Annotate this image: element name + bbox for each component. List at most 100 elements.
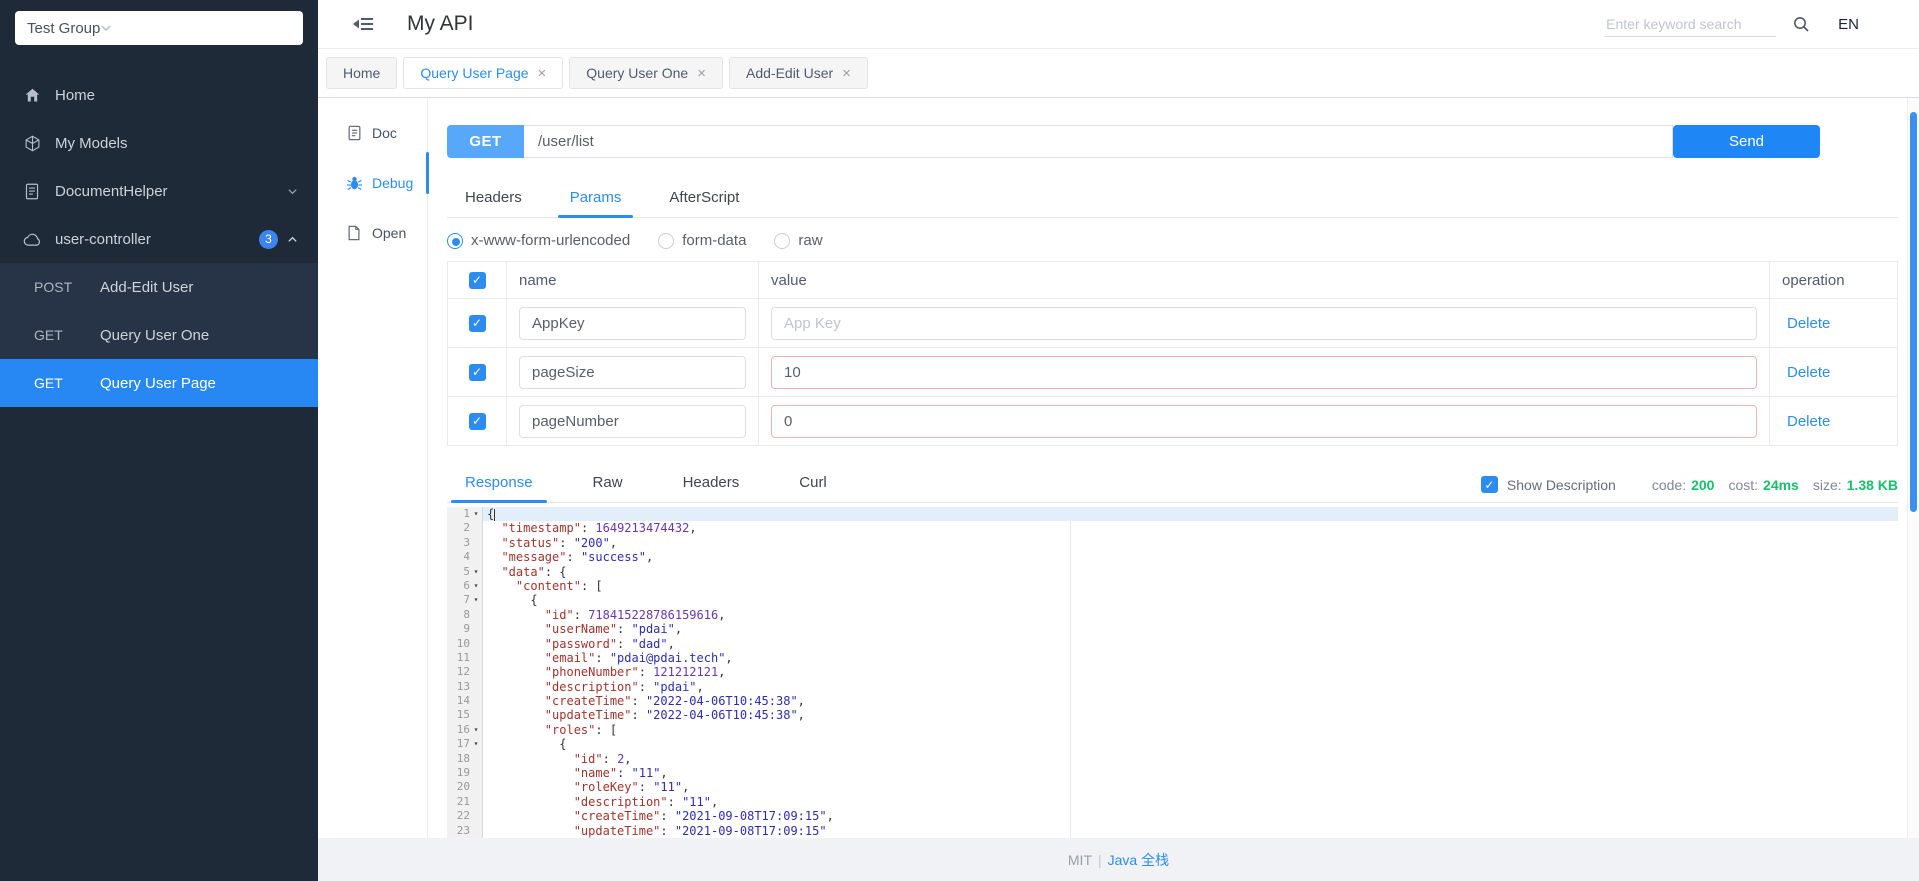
main-area: My API EN Home Query User Page × Query U… bbox=[318, 0, 1919, 881]
method-label: GET bbox=[34, 375, 86, 391]
gutter-line: 2 bbox=[447, 521, 482, 535]
tool-open[interactable]: Open bbox=[318, 208, 427, 258]
app: Test Group Home My Models DocumentHelper bbox=[0, 0, 1919, 881]
tool-debug[interactable]: Debug bbox=[318, 158, 427, 208]
chevron-down-icon bbox=[100, 22, 112, 34]
param-name-input[interactable] bbox=[519, 307, 746, 340]
param-name-input[interactable] bbox=[519, 356, 746, 389]
gutter-line: 21 bbox=[447, 795, 482, 809]
tab-query-user-page[interactable]: Query User Page × bbox=[403, 57, 563, 89]
row-checkbox[interactable]: ✓ bbox=[469, 413, 486, 430]
sidebar-collapse-icon[interactable] bbox=[352, 15, 374, 33]
table-row: ✓ Delete bbox=[448, 347, 1897, 396]
search-icon[interactable] bbox=[1792, 15, 1810, 33]
open-tabs-strip: Home Query User Page × Query User One × … bbox=[318, 49, 1919, 98]
gutter-line: 17▾ bbox=[447, 737, 482, 751]
sidebar-item-my-models[interactable]: My Models bbox=[0, 119, 318, 167]
tab-query-user-one[interactable]: Query User One × bbox=[569, 57, 723, 89]
radio-icon bbox=[774, 233, 790, 249]
select-all-checkbox[interactable]: ✓ bbox=[469, 272, 486, 289]
delete-link[interactable]: Delete bbox=[1782, 364, 1830, 381]
sidebar-item-query-user-one[interactable]: GET Query User One bbox=[0, 311, 318, 359]
gutter-line: 23 bbox=[447, 824, 482, 838]
tab-add-edit-user[interactable]: Add-Edit User × bbox=[729, 57, 868, 89]
document-icon bbox=[22, 181, 42, 201]
send-button[interactable]: Send bbox=[1673, 125, 1820, 158]
search-input[interactable] bbox=[1604, 12, 1776, 37]
page-scrollbar[interactable] bbox=[1907, 98, 1919, 838]
sidebar-item-user-controller[interactable]: user-controller 3 bbox=[0, 215, 318, 263]
sidebar-item-add-edit-user[interactable]: POST Add-Edit User bbox=[0, 263, 318, 311]
radio-raw[interactable]: raw bbox=[774, 232, 822, 249]
models-icon bbox=[22, 133, 42, 153]
tab-raw[interactable]: Raw bbox=[589, 468, 627, 502]
tool-doc[interactable]: Doc bbox=[318, 108, 427, 158]
gutter-line: 4 bbox=[447, 550, 482, 564]
close-icon[interactable]: × bbox=[842, 66, 851, 81]
radio-form-data[interactable]: form-data bbox=[658, 232, 746, 249]
show-description-label: Show Description bbox=[1507, 477, 1616, 493]
code-line: "password": "dad", bbox=[483, 637, 1898, 651]
search-box bbox=[1604, 12, 1810, 37]
tab-curl[interactable]: Curl bbox=[795, 468, 831, 502]
sidebar-item-query-user-page[interactable]: GET Query User Page bbox=[0, 359, 318, 407]
gutter-line: 16▾ bbox=[447, 723, 482, 737]
close-icon[interactable]: × bbox=[697, 66, 706, 81]
text-cursor bbox=[494, 509, 495, 521]
scrollbar-thumb[interactable] bbox=[1910, 112, 1917, 512]
radio-x-www-form-urlencoded[interactable]: x-www-form-urlencoded bbox=[447, 232, 630, 249]
url-input[interactable] bbox=[524, 125, 1673, 158]
tab-response[interactable]: Response bbox=[461, 468, 537, 502]
tab-label: Home bbox=[343, 65, 380, 81]
sidebar-item-home[interactable]: Home bbox=[0, 71, 318, 119]
show-description-checkbox[interactable]: ✓ bbox=[1481, 476, 1498, 493]
delete-link[interactable]: Delete bbox=[1782, 315, 1830, 332]
gutter-line: 20 bbox=[447, 780, 482, 794]
tab-afterscript[interactable]: AfterScript bbox=[665, 180, 743, 217]
code-line: "roles": [ bbox=[483, 723, 1898, 737]
tab-headers[interactable]: Headers bbox=[461, 180, 526, 217]
tab-params[interactable]: Params bbox=[566, 180, 626, 217]
page-title: My API bbox=[407, 12, 474, 36]
params-table-header: ✓ name value operation bbox=[448, 262, 1897, 298]
gutter-line: 6▾ bbox=[447, 579, 482, 593]
sidebar-item-documenthelper[interactable]: DocumentHelper bbox=[0, 167, 318, 215]
radio-label: form-data bbox=[682, 232, 746, 249]
sidebar: Test Group Home My Models DocumentHelper bbox=[0, 0, 318, 881]
method-select[interactable]: GET bbox=[447, 125, 524, 158]
api-name: Query User Page bbox=[100, 375, 216, 392]
gutter-line: 5▾ bbox=[447, 565, 482, 579]
close-icon[interactable]: × bbox=[538, 66, 547, 81]
param-value-input[interactable] bbox=[771, 307, 1757, 340]
param-value-input[interactable] bbox=[771, 356, 1757, 389]
footer-link[interactable]: Java 全栈 bbox=[1108, 850, 1169, 870]
code-line: "message": "success", bbox=[483, 550, 1898, 564]
row-checkbox[interactable]: ✓ bbox=[469, 364, 486, 381]
row-checkbox[interactable]: ✓ bbox=[469, 315, 486, 332]
response-header: Response Raw Headers Curl ✓ Show Descrip… bbox=[447, 468, 1898, 503]
params-table: ✓ name value operation ✓ Delete bbox=[447, 261, 1898, 446]
sidebar-item-label: DocumentHelper bbox=[55, 183, 168, 200]
code-line: "name": "11", bbox=[483, 766, 1898, 780]
tab-home[interactable]: Home bbox=[326, 57, 397, 89]
show-description-toggle[interactable]: ✓ Show Description bbox=[1481, 476, 1616, 493]
code-line: "roleKey": "11", bbox=[483, 780, 1898, 794]
response-json-editor[interactable]: 1▾2345▾6▾7▾8910111213141516▾17▾181920212… bbox=[447, 507, 1898, 838]
radio-label: raw bbox=[798, 232, 822, 249]
api-name: Query User One bbox=[100, 327, 209, 344]
row-checkbox-cell: ✓ bbox=[448, 299, 506, 347]
param-name-input[interactable] bbox=[519, 405, 746, 438]
language-switch[interactable]: EN bbox=[1838, 16, 1859, 33]
code-line: "id": 718415228786159616, bbox=[483, 608, 1898, 622]
license-label: MIT bbox=[1068, 852, 1092, 868]
group-select[interactable]: Test Group bbox=[15, 11, 303, 45]
param-value-input[interactable] bbox=[771, 405, 1757, 438]
delete-link[interactable]: Delete bbox=[1782, 413, 1830, 430]
code-line: { bbox=[483, 737, 1898, 751]
editor-code[interactable]: { "timestamp": 1649213474432, "status": … bbox=[483, 507, 1898, 838]
tab-response-headers[interactable]: Headers bbox=[679, 468, 744, 502]
gutter-line: 3 bbox=[447, 536, 482, 550]
tools-sidebar: Doc Debug Open bbox=[318, 98, 428, 838]
header-checkbox-cell: ✓ bbox=[448, 262, 506, 298]
cost-value: 24ms bbox=[1763, 477, 1799, 493]
